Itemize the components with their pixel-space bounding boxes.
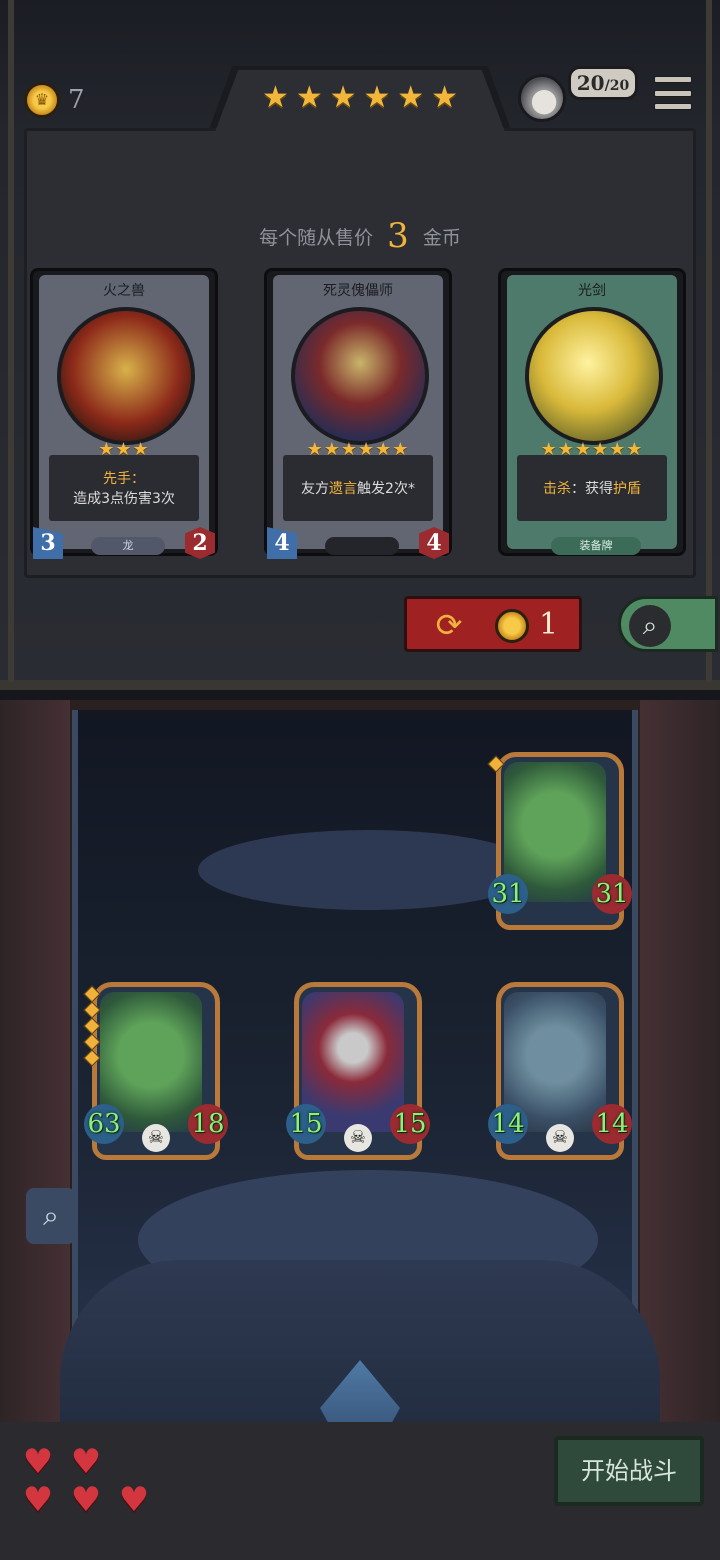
shop-card-light-sword[interactable]: 光剑 ★★★★★★ 击杀：获得护盾 装备牌 xyxy=(498,268,686,556)
shop-panel: ★ ★ ★ ★ ★ ★ 7 20/20 每个随从售价 3 金币 火之兽 ★★★ … xyxy=(0,0,720,690)
card-type-tag: 装备牌 xyxy=(551,537,641,555)
lives-display: ♥ ♥ ♥ ♥ ♥ xyxy=(18,1442,168,1522)
price-prefix: 每个随从售价 xyxy=(259,227,374,249)
menu-bar xyxy=(654,103,692,110)
puppeteer-portrait xyxy=(291,307,429,445)
battle-board: 31 31 63 18 ☠ 15 15 ☠ 14 14 ☠ ⌕ ♥ ♥ ♥ ♥ … xyxy=(0,700,720,1560)
board-unit-dragon-top[interactable]: 31 31 xyxy=(487,752,632,930)
card-health: 2 xyxy=(185,527,215,559)
desc-prefix: 友方 xyxy=(301,481,330,497)
light-sword-portrait xyxy=(525,307,663,445)
star-icon: ★ xyxy=(329,80,357,115)
card-face: 火之兽 ★★★ 先手： 造成3点伤害3次 龙 3 2 xyxy=(33,275,215,559)
skull-icon: ☠ xyxy=(344,1124,372,1152)
star-icon: ★ xyxy=(262,80,289,115)
price-value: 3 xyxy=(387,216,409,256)
card-description: 友方遗言触发2次* xyxy=(283,455,433,521)
hp-current: 20 xyxy=(576,71,605,95)
board-unit-dragon-left[interactable]: 63 18 ☠ xyxy=(83,982,228,1160)
refresh-cost: 1 xyxy=(539,607,559,642)
pip xyxy=(83,1001,101,1019)
card-health: 4 xyxy=(419,527,449,559)
menu-button[interactable] xyxy=(654,76,692,110)
board-unit-beast[interactable]: 14 14 ☠ xyxy=(488,982,632,1160)
pip xyxy=(83,1017,101,1035)
start-battle-button[interactable]: 开始战斗 xyxy=(554,1436,704,1506)
card-tribe-tag xyxy=(325,537,399,555)
unit-health: 15 xyxy=(390,1104,430,1144)
star-icon: ★ xyxy=(431,80,458,115)
card-name: 火之兽 xyxy=(103,283,145,299)
sell-price-line: 每个随从售价 3 金币 xyxy=(0,214,720,260)
fire-beast-portrait xyxy=(57,307,195,445)
heart-icon: ♥ xyxy=(22,1480,54,1520)
desc-keyword: 击杀 xyxy=(543,481,571,497)
player-health-badge: 20/20 xyxy=(568,66,638,100)
card-description: 先手： 造成3点伤害3次 xyxy=(49,455,199,521)
cloud xyxy=(198,830,538,910)
star-icon: ★ xyxy=(397,80,425,115)
refresh-icon: ⟳ xyxy=(435,606,463,644)
inspect-button[interactable]: ⌕ xyxy=(618,596,718,652)
unit-health: 31 xyxy=(592,874,632,914)
card-face: 死灵傀儡师 ★★★★★★ 友方遗言触发2次* 4 4 xyxy=(267,275,449,559)
magnifier-icon: ⌕ xyxy=(629,605,671,647)
pip xyxy=(83,985,101,1003)
pip xyxy=(83,1049,101,1067)
star-icon: ★ xyxy=(363,80,391,115)
card-name: 光剑 xyxy=(578,283,606,299)
hp-max: 20 xyxy=(609,78,630,94)
gold-coin-icon xyxy=(24,82,60,118)
board-unit-clown[interactable]: 15 15 ☠ xyxy=(286,982,430,1160)
card-tribe-tag: 龙 xyxy=(91,537,165,555)
desc-text: ：获得 xyxy=(571,481,613,497)
skull-icon: ☠ xyxy=(546,1124,574,1152)
price-suffix: 金币 xyxy=(422,227,461,249)
pip xyxy=(487,755,505,773)
unit-health: 14 xyxy=(592,1104,632,1144)
heart-icon: ♥ xyxy=(118,1480,150,1520)
board-inspect-button[interactable]: ⌕ xyxy=(26,1188,76,1244)
heart-icon: ♥ xyxy=(70,1480,102,1520)
shop-card-fire-beast[interactable]: 火之兽 ★★★ 先手： 造成3点伤害3次 龙 3 2 xyxy=(30,268,218,559)
desc-keyword: 先手： xyxy=(103,471,145,487)
gold-count: 7 xyxy=(68,85,85,115)
unit-attack: 15 xyxy=(286,1104,326,1144)
player-avatar[interactable] xyxy=(518,74,566,122)
heart-icon: ♥ xyxy=(22,1442,54,1482)
desc-keyword-2: 护盾 xyxy=(613,481,641,497)
desc-keyword: 遗言 xyxy=(329,481,358,497)
refresh-shop-button[interactable]: ⟳ 1 xyxy=(404,596,582,652)
card-attack: 4 xyxy=(267,527,297,559)
pip xyxy=(83,1033,101,1051)
menu-bar xyxy=(654,76,692,83)
unit-attack: 63 xyxy=(84,1104,124,1144)
star-icon: ★ xyxy=(295,80,323,115)
unit-attack: 14 xyxy=(488,1104,528,1144)
unit-star-pips xyxy=(487,755,505,773)
unit-star-pips xyxy=(83,985,101,1067)
tier-stars: ★ ★ ★ ★ ★ ★ xyxy=(262,82,458,114)
skull-icon: ☠ xyxy=(142,1124,170,1152)
heart-icon: ♥ xyxy=(70,1442,102,1482)
shop-card-puppeteer[interactable]: 死灵傀儡师 ★★★★★★ 友方遗言触发2次* 4 4 xyxy=(264,268,452,559)
card-name: 死灵傀儡师 xyxy=(323,283,393,299)
card-description: 击杀：获得护盾 xyxy=(517,455,667,521)
desc-suffix: 触发2次* xyxy=(357,481,415,497)
desc-text: 造成3点伤害3次 xyxy=(73,491,175,507)
unit-attack: 31 xyxy=(488,874,528,914)
unit-health: 18 xyxy=(188,1104,228,1144)
menu-bar xyxy=(654,89,692,97)
card-face: 光剑 ★★★★★★ 击杀：获得护盾 装备牌 xyxy=(507,275,677,555)
gold-coin-icon xyxy=(495,609,529,643)
card-attack: 3 xyxy=(33,527,63,559)
